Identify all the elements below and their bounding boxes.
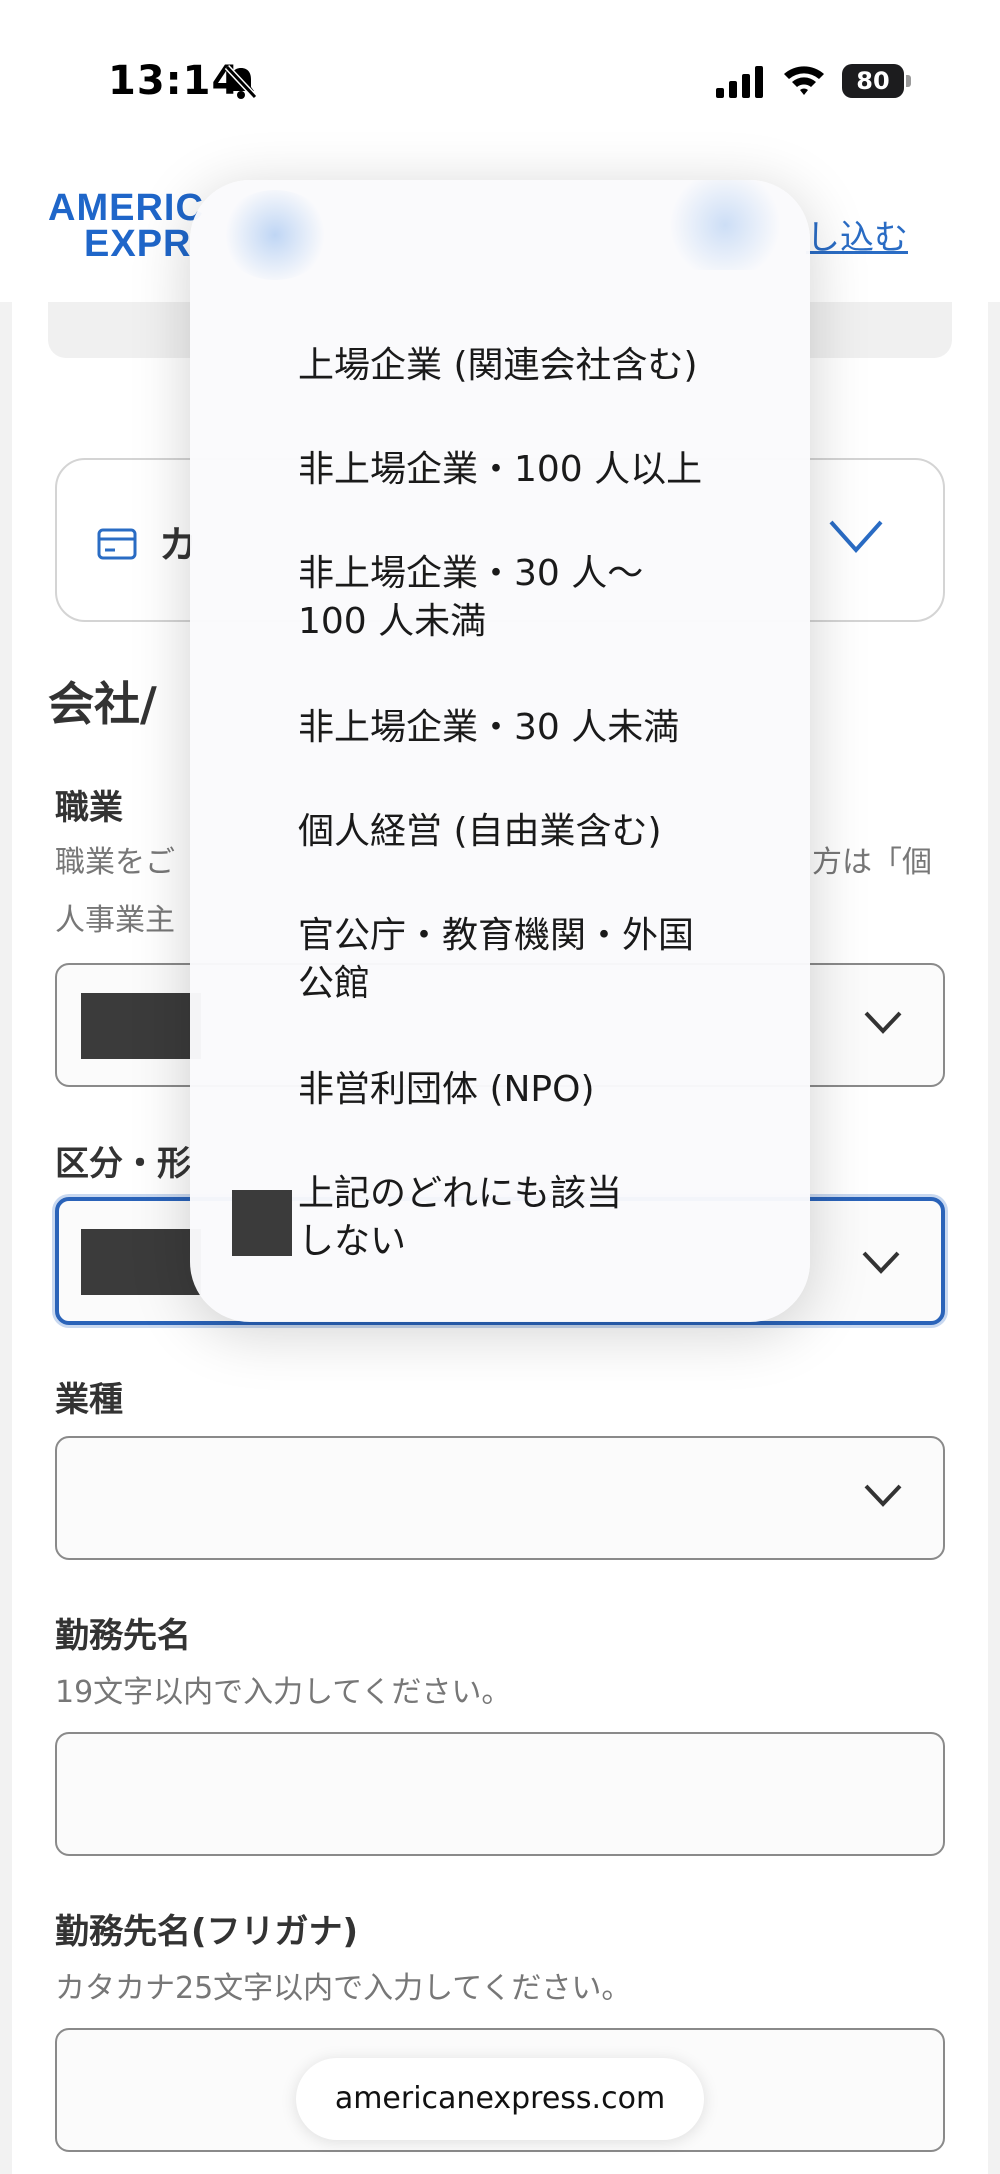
redacted-value [81,1229,201,1295]
dropdown-option[interactable]: 非営利団体 (NPO) [298,1066,778,1114]
company-name-label: 勤務先名 [55,1616,191,1656]
occupation-label: 職業 [55,788,123,828]
apply-link[interactable]: し込む [806,210,908,259]
dropdown-option[interactable]: 非上場企業・30 人～ 100 人未満 [298,550,778,646]
chevron-down-icon [864,1484,902,1507]
occupation-helper-end: 方は「個 [812,845,932,880]
status-bar: 13:14 80 [0,0,1000,160]
battery-icon: 80 [842,64,912,98]
status-time: 13:14 [108,58,241,104]
dropdown-option[interactable]: 個人経営 (自由業含む) [298,808,778,856]
category-dropdown-menu: 上場企業 (関連会社含む) 非上場企業・100 人以上 非上場企業・30 人～ … [190,180,810,1322]
url-bar[interactable]: americanexpress.com [296,2058,704,2140]
battery-level: 80 [842,64,904,98]
occupation-helper-line2: 人事業主 [55,903,175,938]
chevron-down-icon [864,1011,902,1034]
dropdown-option[interactable]: 官公庁・教育機関・外国 公館 [298,912,778,1008]
redacted-checkmark [232,1190,292,1256]
company-name-input[interactable] [55,1732,945,1856]
dropdown-option[interactable]: 非上場企業・30 人未満 [298,704,778,752]
category-label: 区分・形 [55,1144,191,1184]
cellular-signal-icon [716,66,763,98]
chevron-down-icon [829,520,883,554]
amex-logo[interactable]: AMERIC EXPR [48,189,204,265]
dropdown-option-selected[interactable]: 上記のどれにも該当 しない [298,1170,778,1266]
bell-slash-icon [224,64,258,100]
wifi-icon [784,66,824,95]
industry-label: 業種 [55,1380,123,1420]
section-title: 会社/ [48,677,157,731]
company-kana-label: 勤務先名(フリガナ) [55,1912,359,1952]
industry-select[interactable] [55,1436,945,1560]
credit-card-icon [97,528,137,560]
chevron-down-icon [862,1251,900,1274]
dropdown-option[interactable]: 非上場企業・100 人以上 [298,446,778,494]
occupation-helper: 職業をご [55,845,175,880]
redacted-value [81,993,201,1059]
dropdown-option[interactable]: 上場企業 (関連会社含む) [298,342,778,390]
company-name-helper: 19文字以内で入力してください。 [55,1675,512,1710]
logo-line-2: EXPR [84,223,192,265]
company-kana-helper: カタカナ25文字以内で入力してください。 [55,1971,632,2006]
